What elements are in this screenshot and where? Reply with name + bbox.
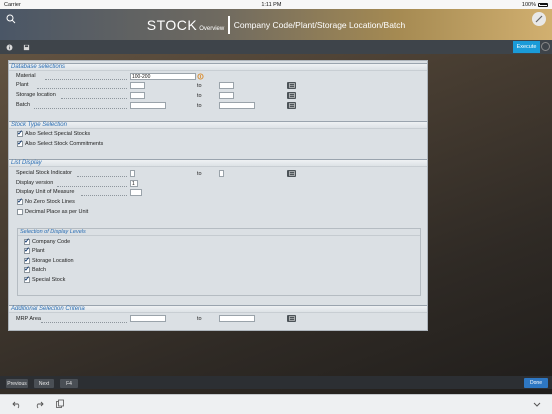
multiple-selection-icon[interactable] — [287, 315, 296, 322]
decimal-place-checkbox[interactable] — [17, 209, 23, 215]
to-label: to — [197, 103, 202, 109]
level-company-code-checkbox[interactable] — [24, 239, 30, 245]
multiple-selection-icon[interactable] — [287, 92, 296, 99]
toolbar — [0, 40, 552, 54]
f4-button[interactable]: F4 — [60, 379, 78, 388]
level-storage-location-label: Storage Location — [32, 258, 74, 264]
section-database-selections: Database selections — [9, 63, 427, 71]
battery-indicator: 100% — [522, 2, 548, 8]
level-company-code-label: Company Code — [32, 239, 71, 245]
save-variant-icon[interactable] — [23, 44, 30, 51]
section-stock-type-selection: Stock Type Selection — [9, 121, 427, 129]
leader-dots — [41, 322, 127, 323]
leader-dots — [57, 186, 127, 187]
status-bar: Carrier 1:11 PM 100% — [0, 0, 552, 9]
stock-commitments-label: Also Select Stock Commitments — [25, 141, 104, 147]
section-list-display: List Display — [9, 159, 427, 167]
to-label: to — [197, 316, 202, 322]
display-version-label: Display version — [16, 180, 54, 186]
leader-dots — [37, 88, 127, 89]
info-icon[interactable] — [6, 44, 13, 51]
display-levels-group: Selection of Display Levels Company Code… — [17, 228, 421, 296]
mrp-area-label: MRP Area — [16, 316, 41, 322]
to-label: to — [197, 83, 202, 89]
level-special-stock-label: Special Stock — [32, 277, 66, 283]
no-zero-stock-lines-label: No Zero Stock Lines — [25, 199, 75, 205]
done-button[interactable]: Done — [524, 378, 548, 388]
to-label: to — [197, 93, 202, 99]
level-plant-label: Plant — [32, 248, 45, 254]
section-additional-criteria: Additional Selection Criteria — [9, 305, 427, 313]
batch-to-input[interactable] — [219, 102, 255, 109]
display-version-input[interactable]: 1 — [130, 180, 138, 187]
search-icon[interactable] — [6, 14, 16, 24]
material-label: Material — [16, 73, 36, 79]
battery-icon — [538, 2, 548, 7]
to-label: to — [197, 171, 202, 177]
keyboard-toolbar — [0, 394, 552, 414]
undo-icon[interactable] — [12, 399, 22, 409]
special-stock-to-input[interactable] — [219, 170, 224, 177]
execute-button[interactable]: Execute — [513, 41, 540, 53]
multiple-selection-icon[interactable] — [287, 170, 296, 177]
plant-from-input[interactable] — [130, 82, 145, 89]
screen-title: Company Code/Plant/Storage Location/Batc… — [233, 19, 406, 30]
leader-dots — [81, 195, 127, 196]
storage-location-from-input[interactable] — [130, 92, 145, 99]
value-help-icon[interactable] — [197, 73, 204, 80]
app-subtitle: Overview — [199, 26, 225, 32]
mrp-area-to-input[interactable] — [219, 315, 255, 322]
execute-options-icon[interactable] — [541, 42, 550, 51]
material-from-input[interactable]: 100-200 — [130, 73, 196, 80]
app-title: STOCK — [146, 16, 198, 33]
plant-to-input[interactable] — [219, 82, 234, 89]
previous-button[interactable]: Previous — [6, 379, 28, 388]
plant-label: Plant — [16, 82, 29, 88]
level-storage-location-checkbox[interactable] — [24, 258, 30, 264]
leader-dots — [34, 108, 127, 109]
level-batch-checkbox[interactable] — [24, 267, 30, 273]
special-stocks-checkbox[interactable] — [17, 131, 23, 137]
no-zero-stock-lines-checkbox[interactable] — [17, 199, 23, 205]
battery-percent: 100% — [521, 1, 536, 8]
special-stock-indicator-label: Special Stock Indicator — [16, 170, 72, 176]
level-special-stock-checkbox[interactable] — [24, 277, 30, 283]
storage-location-label: Storage location — [16, 92, 56, 98]
bottom-action-bar — [0, 376, 552, 389]
level-batch-label: Batch — [32, 267, 47, 273]
redo-icon[interactable] — [34, 399, 44, 409]
mrp-area-from-input[interactable] — [130, 315, 166, 322]
display-levels-title: Selection of Display Levels — [18, 229, 420, 236]
leader-dots — [61, 98, 127, 99]
special-stock-from-input[interactable] — [130, 170, 135, 177]
storage-location-to-input[interactable] — [219, 92, 234, 99]
leader-dots — [77, 176, 127, 177]
carrier-label: Carrier — [4, 1, 21, 8]
stock-commitments-checkbox[interactable] — [17, 141, 23, 147]
chevron-down-icon[interactable] — [532, 399, 542, 409]
selection-panel: Database selections Material 100-200 Pla… — [8, 60, 428, 331]
special-stocks-label: Also Select Special Stocks — [25, 131, 91, 137]
display-uom-label: Display Unit of Measure — [16, 189, 75, 195]
multiple-selection-icon[interactable] — [287, 82, 296, 89]
home-icon[interactable] — [532, 12, 546, 26]
batch-label: Batch — [16, 102, 31, 108]
display-uom-input[interactable] — [130, 189, 142, 196]
batch-from-input[interactable] — [130, 102, 166, 109]
title-separator — [228, 15, 230, 34]
leader-dots — [45, 79, 127, 80]
level-plant-checkbox[interactable] — [24, 248, 30, 254]
clock: 1:11 PM — [261, 1, 282, 8]
copy-icon[interactable] — [55, 399, 65, 409]
decimal-place-label: Decimal Place as per Unit — [25, 209, 89, 215]
next-button[interactable]: Next — [34, 379, 54, 388]
app-header: STOCK Overview Company Code/Plant/Storag… — [0, 9, 552, 40]
multiple-selection-icon[interactable] — [287, 102, 296, 109]
